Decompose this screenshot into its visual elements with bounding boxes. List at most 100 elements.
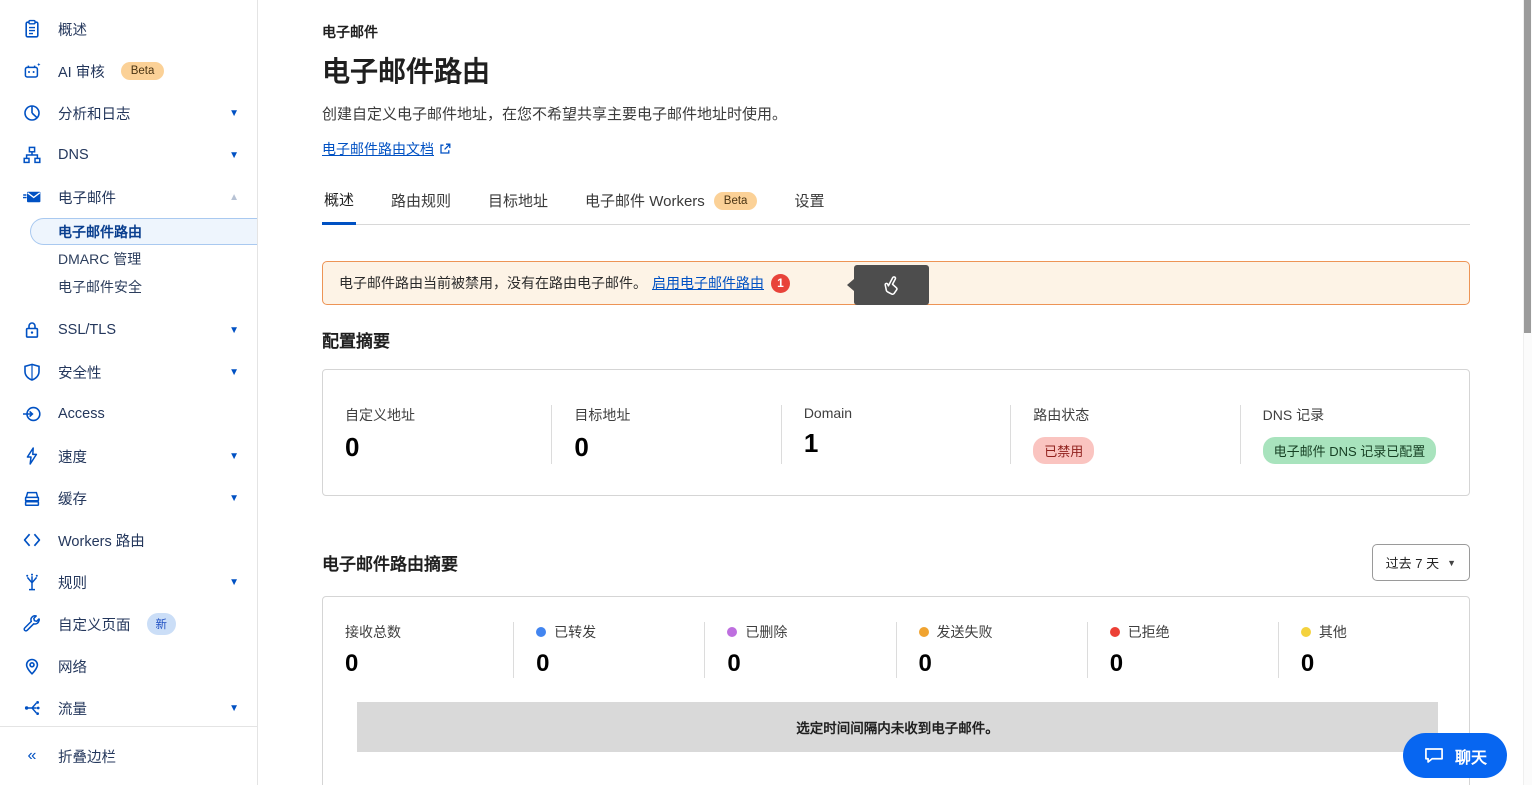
status-badge-dns-configured: 电子邮件 DNS 记录已配置	[1263, 437, 1437, 464]
sidebar-item-analytics[interactable]: 分析和日志 ▼	[0, 92, 257, 134]
config-label: 路由状态	[1033, 405, 1221, 425]
tab-overview[interactable]: 概述	[322, 179, 356, 225]
collapse-sidebar-button[interactable]: « 折叠边栏	[0, 732, 257, 780]
stat-delivery-failed: 发送失败 0	[896, 622, 1087, 678]
sidebar-subitem-email-security[interactable]: 电子邮件安全	[0, 273, 257, 301]
banner-text: 电子邮件路由当前被禁用，没有在路由电子邮件。	[339, 273, 647, 293]
chevron-down-icon: ▼	[1447, 558, 1456, 568]
annotation-step-badge: 1	[771, 274, 790, 293]
sidebar-item-rules[interactable]: 规则 ▼	[0, 561, 257, 603]
stat-rejected: 已拒绝 0	[1087, 622, 1278, 678]
routing-summary-heading: 电子邮件路由摘要	[322, 550, 458, 575]
sidebar: 概述 AI 审核 Beta 分析和日志 ▼ DNS ▼ 电子邮件 ▲ 电子邮件路…	[0, 0, 258, 785]
dns-tree-icon	[22, 145, 42, 165]
sidebar-item-dns[interactable]: DNS ▼	[0, 134, 257, 176]
tab-email-workers[interactable]: 电子邮件 Workers Beta	[583, 179, 759, 224]
sidebar-subitem-label: DMARC 管理	[58, 249, 141, 269]
sidebar-item-network[interactable]: 网络	[0, 645, 257, 687]
sidebar-item-label: 规则	[58, 572, 87, 593]
dropped-dot	[727, 627, 737, 637]
forwarded-dot	[536, 627, 546, 637]
tab-settings[interactable]: 设置	[792, 179, 826, 224]
wrench-icon	[22, 614, 42, 634]
sidebar-item-label: DNS	[58, 147, 89, 163]
chat-bubble-icon	[1423, 746, 1445, 765]
config-col-custom-addresses: 自定义地址 0	[323, 405, 551, 464]
tab-label: 电子邮件 Workers	[585, 190, 705, 211]
sidebar-item-label: 缓存	[58, 488, 87, 509]
tab-routing-rules[interactable]: 路由规则	[389, 179, 453, 224]
beta-badge: Beta	[121, 62, 165, 80]
stat-value: 0	[345, 650, 495, 678]
chevron-down-icon: ▼	[229, 577, 239, 588]
sidebar-item-label: 分析和日志	[58, 103, 131, 124]
tab-destination-addresses[interactable]: 目标地址	[486, 179, 550, 224]
page-description: 创建自定义电子邮件地址，在您不希望共享主要电子邮件地址时使用。	[322, 103, 1470, 124]
sidebar-item-label: 概述	[58, 19, 87, 40]
doc-link-label: 电子邮件路由文档	[322, 139, 434, 159]
routing-summary-card: 接收总数 0 已转发 0 已删除 0 发送失败 0 已拒绝 0 其他 0	[322, 596, 1470, 785]
sidebar-item-label: SSL/TLS	[58, 322, 116, 338]
rules-whisk-icon	[22, 572, 42, 592]
enable-email-routing-link[interactable]: 启用电子邮件路由	[652, 273, 764, 293]
chevron-down-icon: ▼	[229, 150, 239, 161]
chevron-down-icon: ▼	[229, 367, 239, 378]
time-range-dropdown[interactable]: 过去 7 天 ▼	[1372, 544, 1470, 581]
time-range-label: 过去 7 天	[1386, 553, 1439, 572]
stat-label: 接收总数	[345, 622, 401, 642]
config-summary-heading: 配置摘要	[322, 327, 1470, 352]
main-content: 电子邮件 电子邮件路由 创建自定义电子邮件地址，在您不希望共享主要电子邮件地址时…	[258, 0, 1532, 785]
config-label: 目标地址	[574, 405, 762, 425]
routing-summary-header: 电子邮件路由摘要 过去 7 天 ▼	[322, 544, 1470, 581]
sidebar-subitem-email-routing[interactable]: 电子邮件路由	[30, 218, 257, 245]
rejected-dot	[1110, 627, 1120, 637]
sidebar-item-security[interactable]: 安全性 ▼	[0, 351, 257, 393]
chevron-down-icon: ▼	[229, 325, 239, 336]
config-col-routing-status: 路由状态 已禁用	[1010, 405, 1239, 464]
sidebar-item-ai-audit[interactable]: AI 审核 Beta	[0, 50, 257, 92]
sidebar-item-label: AI 审核	[58, 61, 105, 82]
sidebar-subitem-dmarc[interactable]: DMARC 管理	[0, 245, 257, 273]
shield-icon	[22, 362, 42, 382]
new-badge: 新	[147, 613, 177, 635]
chevron-up-icon: ▲	[229, 192, 239, 203]
page-scrollbar	[1523, 0, 1532, 785]
pie-chart-icon	[22, 103, 42, 123]
cache-stack-icon	[22, 488, 42, 508]
config-col-domain: Domain 1	[781, 405, 1010, 464]
stat-dropped: 已删除 0	[704, 622, 895, 678]
sidebar-item-custom-pages[interactable]: 自定义页面 新	[0, 603, 257, 645]
email-routing-docs-link[interactable]: 电子邮件路由文档	[322, 139, 451, 159]
stat-total-received: 接收总数 0	[323, 622, 513, 678]
sidebar-item-overview[interactable]: 概述	[0, 8, 257, 50]
sidebar-item-traffic[interactable]: 流量 ▼	[0, 687, 257, 729]
chat-button[interactable]: 聊天	[1403, 733, 1507, 778]
sidebar-item-speed[interactable]: 速度 ▼	[0, 435, 257, 477]
sidebar-item-label: Workers 路由	[58, 530, 145, 551]
sidebar-item-ssl-tls[interactable]: SSL/TLS ▼	[0, 309, 257, 351]
sidebar-item-label: 流量	[58, 698, 87, 719]
other-dot	[1301, 627, 1311, 637]
stats-row: 接收总数 0 已转发 0 已删除 0 发送失败 0 已拒绝 0 其他 0	[323, 622, 1469, 678]
sidebar-item-workers-routes[interactable]: Workers 路由	[0, 519, 257, 561]
sidebar-item-access[interactable]: Access	[0, 393, 257, 435]
sidebar-item-label: 网络	[58, 656, 87, 677]
sidebar-item-cache[interactable]: 缓存 ▼	[0, 477, 257, 519]
tab-label: 设置	[794, 190, 824, 211]
breadcrumb-eyebrow: 电子邮件	[322, 22, 1470, 42]
config-label: Domain	[804, 405, 992, 421]
config-label: 自定义地址	[345, 405, 533, 425]
config-summary-card: 自定义地址 0 目标地址 0 Domain 1 路由状态 已禁用 DNS 记录 …	[322, 369, 1470, 496]
config-value: 0	[345, 432, 533, 463]
sidebar-item-email[interactable]: 电子邮件 ▲	[0, 176, 257, 218]
code-brackets-icon	[22, 530, 42, 550]
stat-value: 0	[919, 650, 1069, 678]
stat-value: 0	[727, 650, 877, 678]
sidebar-item-label: 安全性	[58, 362, 102, 383]
scrollbar-thumb[interactable]	[1524, 0, 1531, 333]
stat-other: 其他 0	[1278, 622, 1469, 678]
status-badge-disabled: 已禁用	[1033, 437, 1094, 464]
stat-label: 发送失败	[937, 622, 993, 642]
clipboard-icon	[22, 19, 42, 39]
page-title: 电子邮件路由	[322, 50, 1470, 90]
